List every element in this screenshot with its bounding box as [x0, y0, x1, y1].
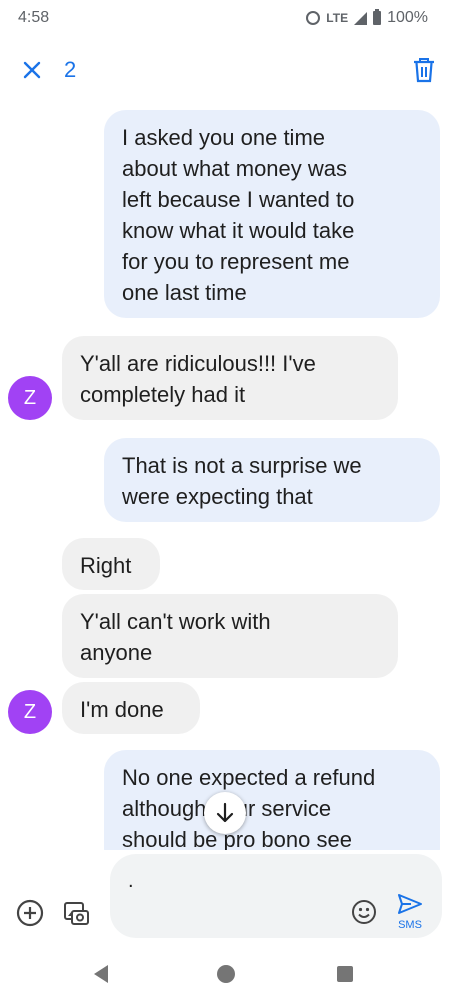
- signal-icon: [354, 11, 368, 25]
- scroll-to-bottom-button[interactable]: [204, 792, 246, 834]
- emoji-icon[interactable]: [350, 898, 378, 926]
- selection-action-bar: 2: [0, 50, 450, 90]
- message-bubble-outgoing[interactable]: I asked you one time about what money wa…: [104, 110, 440, 318]
- status-icons: LTE 100%: [306, 9, 428, 27]
- send-button[interactable]: SMS: [392, 892, 428, 936]
- add-icon[interactable]: [14, 897, 46, 929]
- back-icon[interactable]: [94, 965, 108, 983]
- conversation-list[interactable]: I asked you one time about what money wa…: [0, 100, 450, 850]
- delete-icon[interactable]: [412, 56, 436, 84]
- system-nav-bar: [0, 950, 450, 1000]
- message-bubble-outgoing[interactable]: That is not a surprise we were expecting…: [104, 438, 440, 522]
- arrow-down-icon: [216, 802, 234, 823]
- recents-icon[interactable]: [337, 966, 353, 982]
- network-type: LTE: [326, 11, 349, 25]
- send-icon: [398, 894, 422, 914]
- contact-avatar[interactable]: Z: [8, 690, 52, 734]
- battery-icon: [373, 9, 382, 25]
- message-bubble-incoming[interactable]: Y'all can't work with anyone: [62, 594, 398, 678]
- alarm-icon: [306, 11, 321, 25]
- message-input-text[interactable]: .: [128, 870, 134, 893]
- status-bar: 4:58 LTE 100%: [0, 0, 450, 36]
- message-bubble-incoming[interactable]: I'm done: [62, 682, 200, 734]
- close-icon[interactable]: [18, 56, 46, 84]
- compose-row: . SMS: [0, 852, 450, 942]
- send-type-label: SMS: [398, 919, 422, 931]
- message-input[interactable]: . SMS: [110, 854, 442, 938]
- selected-count: 2: [64, 57, 77, 82]
- message-bubble-outgoing[interactable]: No one expected a refund although your s…: [104, 750, 440, 850]
- battery-level: 100%: [387, 9, 428, 26]
- home-icon[interactable]: [217, 965, 235, 983]
- message-bubble-incoming[interactable]: Right: [62, 538, 160, 590]
- status-time: 4:58: [18, 9, 50, 26]
- gallery-icon[interactable]: [60, 897, 92, 929]
- message-bubble-incoming[interactable]: Y'all are ridiculous!!! I've completely …: [62, 336, 398, 420]
- contact-avatar[interactable]: Z: [8, 376, 52, 420]
